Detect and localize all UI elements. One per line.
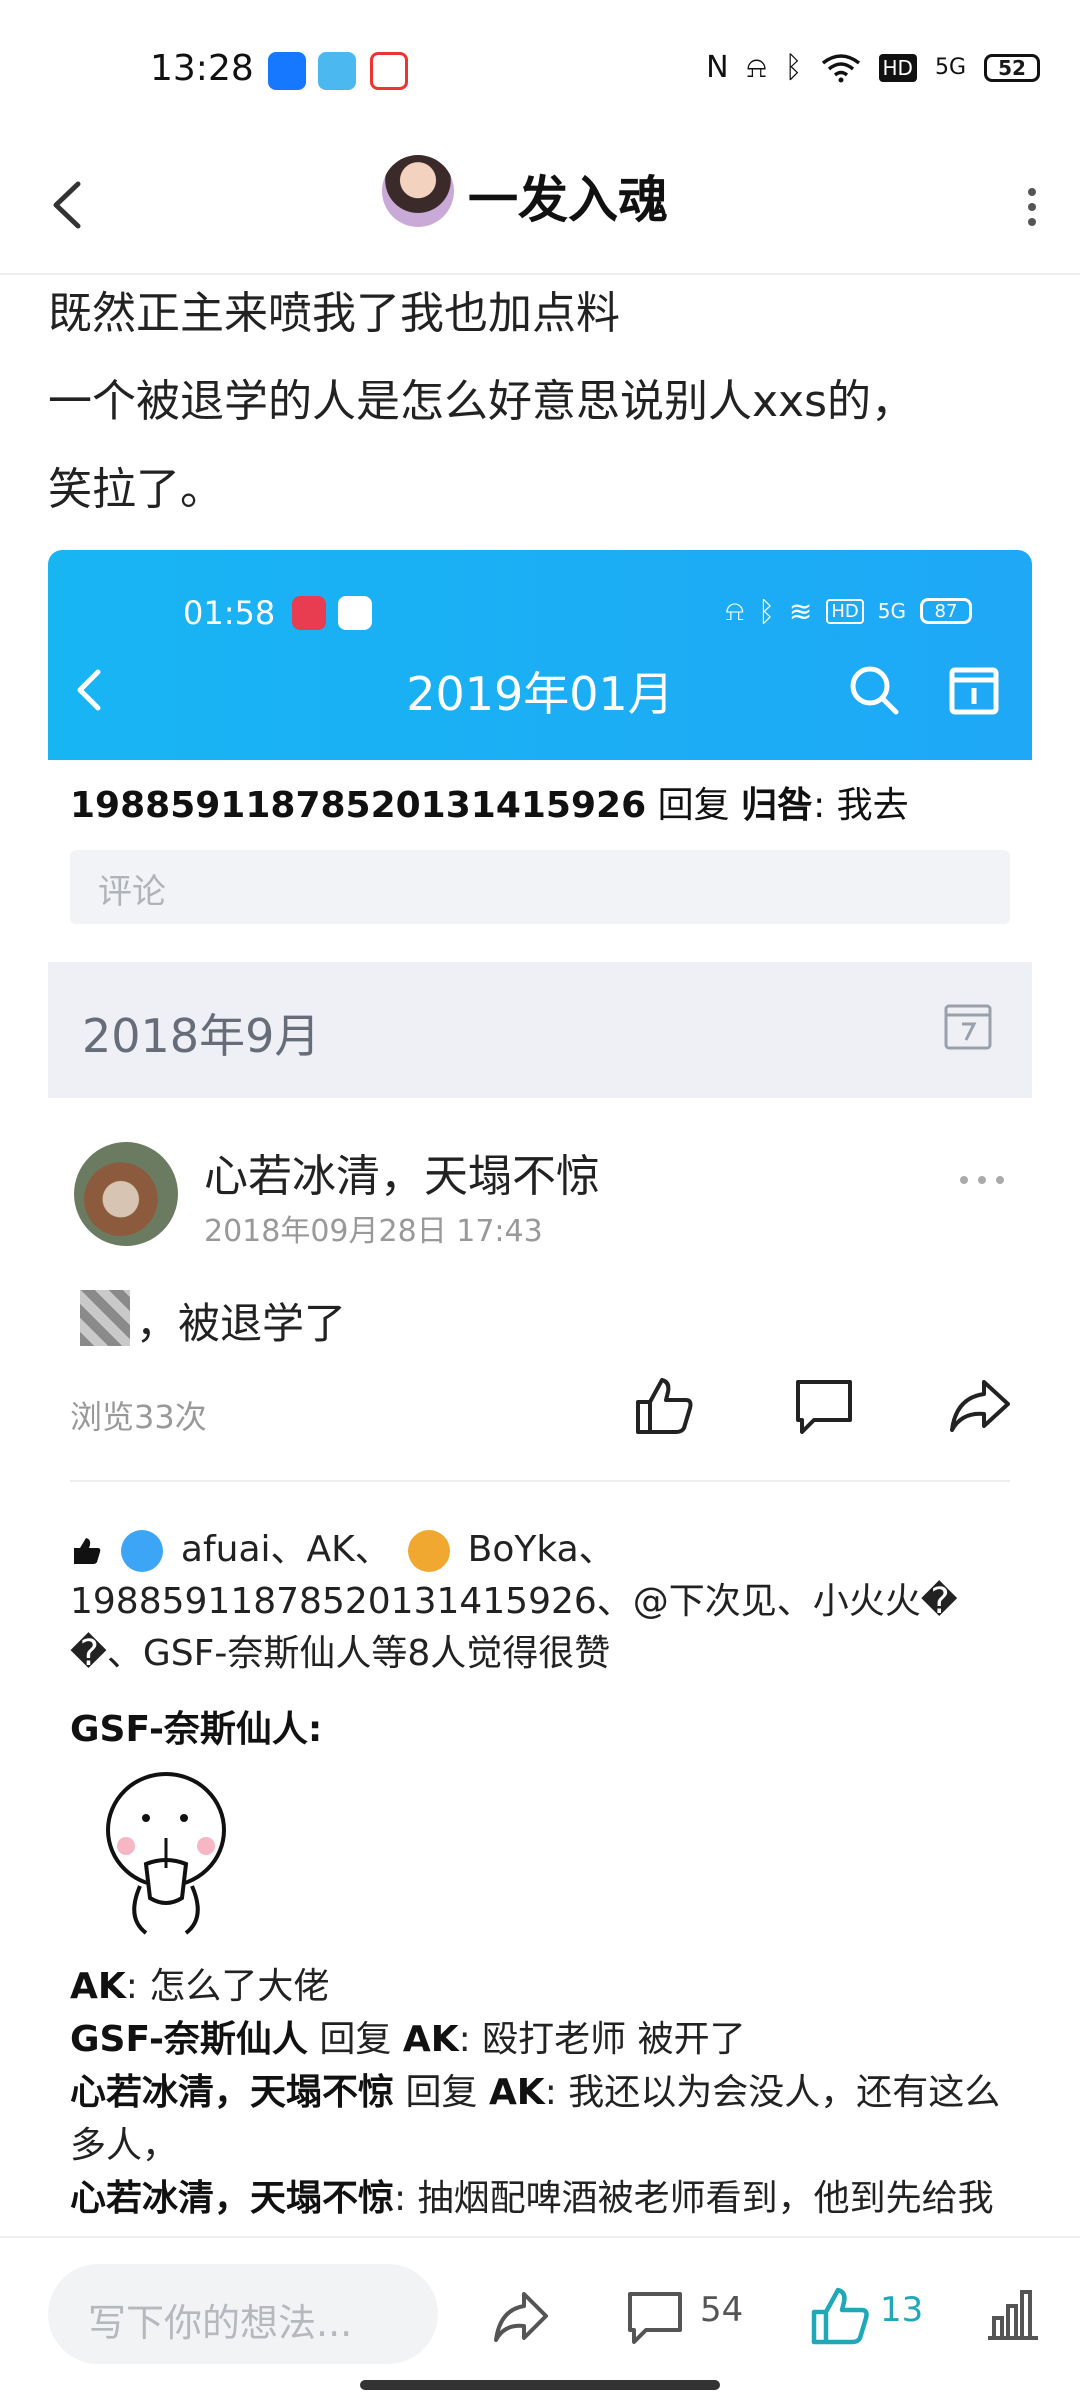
author-name[interactable]: 心若冰清，天塌不惊 (204, 1140, 600, 1204)
reply-user[interactable]: 19885911878520131415926 (70, 785, 646, 826)
comment-item[interactable]: 心若冰清，天塌不惊 回复 AK: 我还以为会没人，还有这么多人， (70, 2066, 1020, 2172)
reply-text: : 我去 (813, 785, 909, 826)
reply-word: 回复 (657, 785, 730, 826)
more-horizontal-icon[interactable] (952, 1170, 1012, 1190)
thought-input-placeholder: 写下你的想法... (88, 2301, 353, 2345)
comment-text: : 怎么了大佬 (125, 1966, 330, 2007)
nfc-icon: Ν (706, 50, 729, 85)
map-icon (338, 596, 372, 630)
moment-text: ，被退学了 (136, 1299, 347, 1348)
month-label: 2018年9月 (82, 1009, 321, 1063)
comment-item[interactable]: 心若冰清，天塌不惊: 抽烟配啤酒被老师看到，他到先给我一脚，气不过还手了 (70, 2172, 1020, 2230)
alipay-icon (268, 52, 306, 90)
status-time: 13:28 (150, 48, 254, 89)
calendar-icon (949, 667, 999, 715)
top-header: 一发入魂 (0, 140, 1080, 275)
thought-input[interactable]: 写下你的想法... (48, 2264, 438, 2364)
comment-author[interactable]: GSF-奈斯仙人: (70, 1700, 322, 1752)
month-header: 2018年9月 (48, 962, 1032, 1098)
sticker-image (106, 1772, 226, 1935)
share-icon[interactable] (488, 2284, 554, 2350)
like-count: 13 (880, 2290, 924, 2330)
comment-item[interactable]: AK: 怎么了大佬 (70, 1960, 1020, 2013)
author-date: 2018年09月28日 17:43 (204, 1214, 543, 1249)
video-app-icon (292, 596, 326, 630)
comment-user[interactable]: 心若冰清，天塌不惊 (70, 2178, 394, 2219)
pixelated-text (80, 1290, 130, 1346)
view-count: 浏览33次 (70, 1398, 207, 1436)
map-icon (370, 52, 408, 90)
post-text: 既然正主来喷我了我也加点料 一个被退学的人是怎么好意思说别人xxs的， 笑拉了。 (48, 270, 1028, 534)
comment-text: : 殴打老师 被开了 (458, 2019, 746, 2060)
embedded-status-icons: ⍾ ᛒ ≋ HD 5G 87 (726, 594, 972, 628)
reply-word: 回复 (319, 2019, 392, 2060)
calendar-icon[interactable] (940, 998, 996, 1054)
comment-list: AK: 怎么了大佬 GSF-奈斯仙人 回复 AK: 殴打老师 被开了 心若冰清，… (70, 1960, 1020, 2230)
reply-line: 19885911878520131415926 回复 归咎: 我去 (70, 776, 909, 828)
likes-user-boyka[interactable]: BoYka、 (468, 1529, 615, 1570)
share-icon[interactable] (944, 1370, 1016, 1442)
mute-icon: ⍾ (725, 594, 745, 627)
avatar[interactable] (382, 155, 454, 227)
comment-reply-to[interactable]: AK (403, 2019, 459, 2060)
user-avatar-afuai[interactable] (121, 1530, 164, 1572)
likes-line-3[interactable]: �、GSF-奈斯仙人等8人觉得很赞 (70, 1628, 1010, 1680)
avatar[interactable] (74, 1142, 178, 1246)
likes-names[interactable]: afuai、AK、 (181, 1529, 391, 1570)
wifi-icon: ≋ (788, 594, 813, 628)
bottom-action-bar: 写下你的想法... 54 13 (0, 2236, 1080, 2400)
status-bar: 13:28 Ν ⍾ ᛒ HD 5G 52 (0, 0, 1080, 140)
likes-list: afuai、AK、 BoYka、 19885911878520131415926… (70, 1524, 1010, 1680)
mute-icon: ⍾ (746, 50, 767, 85)
battery-icon: 87 (920, 598, 972, 624)
bluetooth-icon: ᛒ (784, 50, 803, 85)
search-icon (850, 666, 899, 715)
like-icon[interactable] (628, 1370, 700, 1442)
embedded-status-time: 01:58 (183, 594, 276, 632)
comment-item[interactable]: GSF-奈斯仙人 回复 AK: 殴打老师 被开了 (70, 2013, 1020, 2066)
comment-placeholder: 评论 (98, 872, 166, 912)
home-indicator[interactable] (360, 2380, 720, 2390)
comment-user[interactable]: AK (70, 1966, 126, 2007)
comment-input[interactable]: 评论 (70, 850, 1010, 924)
page-title: 一发入魂 (468, 171, 668, 229)
battery-icon: 52 (984, 53, 1040, 82)
wifi-icon (821, 53, 860, 82)
comment-icon[interactable] (788, 1370, 860, 1442)
more-vertical-icon[interactable] (1020, 172, 1044, 242)
back-icon[interactable] (40, 170, 100, 240)
embedded-screenshot[interactable]: 01:58 ⍾ ᛒ ≋ HD 5G 87 2019年01月 1988591187… (48, 550, 1032, 2230)
embedded-header: 01:58 ⍾ ᛒ ≋ HD 5G 87 2019年01月 (48, 550, 1032, 760)
bluetooth-icon: ᛒ (758, 594, 775, 628)
5g-icon: 5G (877, 599, 906, 623)
divider (70, 1480, 1010, 1482)
5g-icon: 5G (934, 55, 966, 80)
likes-line-2[interactable]: 19885911878520131415926、@下次见、小火火� (70, 1576, 1010, 1628)
post-line-1: 既然正主来喷我了我也加点料 (48, 288, 620, 339)
reply-word: 回复 (405, 2072, 478, 2113)
hd-icon: HD (826, 598, 864, 624)
comment-count: 54 (700, 2290, 744, 2330)
comment-reply-to[interactable]: AK (489, 2072, 545, 2113)
comment-user[interactable]: GSF-奈斯仙人 (70, 2019, 308, 2060)
hd-icon: HD (878, 53, 917, 82)
like-icon[interactable] (804, 2280, 876, 2352)
status-icons: Ν ⍾ ᛒ HD 5G 52 (706, 50, 1040, 85)
send-icon (318, 52, 356, 90)
reply-target[interactable]: 归咎 (741, 785, 813, 826)
user-avatar-boyka[interactable] (408, 1530, 451, 1572)
post-line-2: 一个被退学的人是怎么好意思说别人xxs的， (48, 376, 916, 427)
comment-user[interactable]: 心若冰清，天塌不惊 (70, 2072, 394, 2113)
post-line-3: 笑拉了。 (48, 464, 224, 515)
stats-icon[interactable] (982, 2284, 1042, 2344)
comment-icon[interactable] (622, 2284, 688, 2350)
thumbs-up-icon (74, 1538, 101, 1564)
